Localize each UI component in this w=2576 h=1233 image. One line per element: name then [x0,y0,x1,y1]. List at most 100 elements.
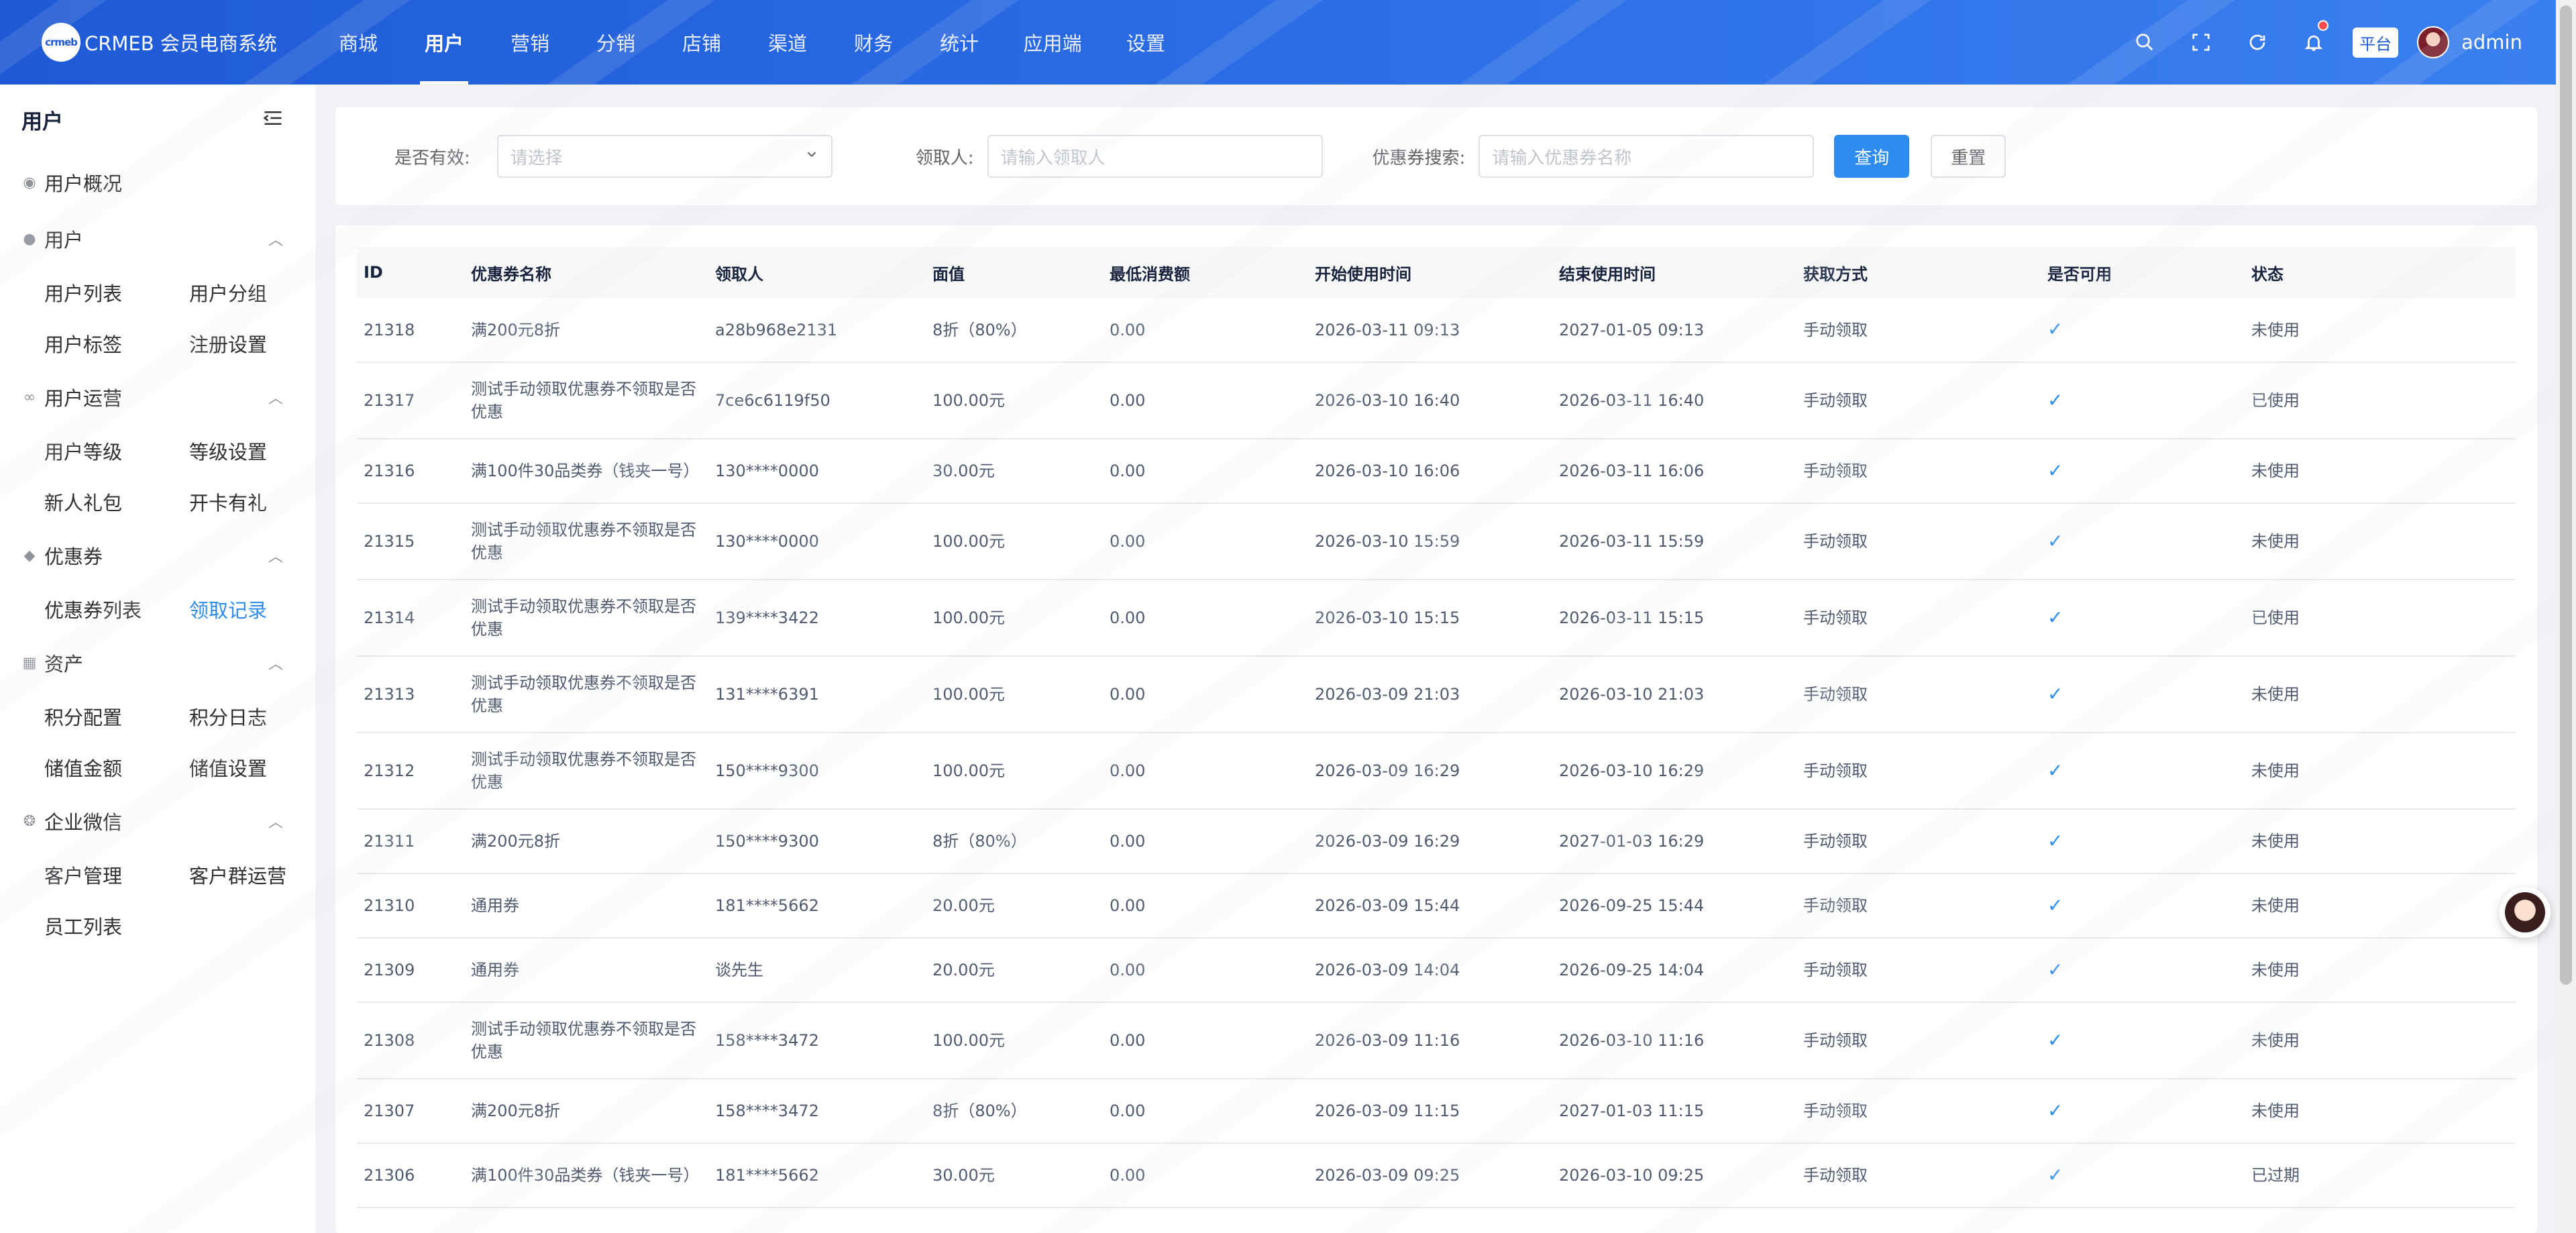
cell-coupon-name: 满100件30品类券（钱夹一号） [464,1143,708,1208]
sidebar-item-user-list[interactable]: 用户列表 [44,267,189,318]
cell-id: 21312 [357,733,464,810]
notification-dot [2318,20,2329,31]
sidebar-title: 用户 [21,109,63,134]
nav-item-statistics[interactable]: 统计 [916,0,1002,85]
chevron-up-icon: ︿ [268,656,283,673]
sidebar-item-card-gift[interactable]: 开卡有礼 [189,476,334,527]
cell-end-time: 2026-03-11 16:06 [1552,439,1796,504]
nav-item-distribution[interactable]: 分销 [573,0,659,85]
cell-coupon-name: 满200元8折 [464,298,708,363]
column-header-coupon-name[interactable]: 优惠券名称 [464,247,708,298]
sidebar-item-balance-amount[interactable]: 储值金额 [44,742,189,793]
table-row: 21316 满100件30品类券（钱夹一号） 130****0000 30.00元 0.… [357,439,2516,504]
cell-id: 21314 [357,580,464,657]
cell-face-value: 100.00元 [926,362,1103,439]
brand-logo: crmeb [42,23,80,62]
refresh-icon[interactable] [2229,0,2286,85]
cell-status: 未使用 [2245,439,2516,504]
page-scrollbar[interactable] [2556,0,2576,1233]
nav-item-marketing[interactable]: 营销 [487,0,573,85]
cell-method: 手动领取 [1796,580,2041,657]
username[interactable]: admin [2461,31,2522,54]
cell-start-time: 2026-03-09 09:25 [1308,1143,1552,1208]
coupon-search-input[interactable]: 请输入优惠券名称 [1479,135,1815,178]
cell-end-time: 2027-01-03 16:29 [1552,809,1796,874]
platform-badge[interactable]: 平台 [2353,27,2399,58]
bell-icon[interactable] [2286,0,2342,85]
check-icon: ✓ [2047,958,2063,981]
cell-end-time: 2027-01-05 09:13 [1552,298,1796,363]
check-icon: ✓ [2047,459,2063,482]
sidebar-item-coupon-list[interactable]: 优惠券列表 [44,584,189,635]
sidebar-item-staff-list[interactable]: 员工列表 [44,900,189,951]
cell-coupon-name: 测试手动领取优惠券不领取是否优惠 [464,580,708,657]
column-header-usable[interactable]: 是否可用 [2041,247,2245,298]
cell-status: 已使用 [2245,580,2516,657]
sidebar-item-register-settings[interactable]: 注册设置 [189,318,334,369]
sidebar-item-claim-records[interactable]: 领取记录 [189,584,334,635]
cell-min-spend: 0.00 [1103,1143,1308,1208]
nav-item-apps[interactable]: 应用端 [1002,0,1103,85]
nav-item-user[interactable]: 用户 [401,0,487,85]
sidebar-group-assets[interactable]: ▦ 资产 ︿ [0,635,315,691]
chevron-up-icon: ︿ [268,232,283,249]
sidebar-item-balance-settings[interactable]: 储值设置 [189,742,334,793]
column-header-id[interactable]: ID [357,247,464,298]
column-header-claimer[interactable]: 领取人 [708,247,926,298]
column-header-status[interactable]: 状态 [2245,247,2516,298]
cell-min-spend: 0.00 [1103,938,1308,1003]
column-header-min-spend[interactable]: 最低消费额 [1103,247,1308,298]
cell-start-time: 2026-03-09 15:44 [1308,873,1552,939]
sidebar-item-points-log[interactable]: 积分日志 [189,691,334,742]
sidebar-item-newcomer-gift[interactable]: 新人礼包 [44,476,189,527]
cell-id: 21318 [357,298,464,363]
cell-method: 手动领取 [1796,873,2041,939]
sidebar-group-user[interactable]: ● 用户 ︿ [0,211,315,267]
cell-claimer: 150****9300 [708,733,926,810]
search-icon[interactable] [2116,0,2173,85]
claimer-input[interactable]: 请输入领取人 [987,135,1323,178]
cell-method: 手动领取 [1796,938,2041,1003]
scrollbar-thumb[interactable] [2560,5,2572,985]
claimer-filter-label: 领取人: [915,148,974,168]
valid-select[interactable]: 请选择 [496,135,833,178]
cell-face-value: 20.00元 [926,938,1103,1003]
sidebar-group-user-ops[interactable]: ∞ 用户运营 ︿ [0,369,315,425]
sidebar-item-user-tag[interactable]: 用户标签 [44,318,189,369]
sidebar-item-customer-mgmt[interactable]: 客户管理 [44,849,189,900]
menu-collapse-icon[interactable] [263,109,283,129]
avatar[interactable] [2417,26,2450,58]
cell-claimer: 130****0000 [708,439,926,504]
cell-id: 21309 [357,938,464,1003]
column-header-end-time[interactable]: 结束使用时间 [1552,247,1796,298]
cell-face-value: 30.00元 [926,439,1103,504]
nav-item-mall[interactable]: 商城 [315,0,401,85]
cell-start-time: 2026-03-11 09:13 [1308,298,1552,363]
cell-min-spend: 0.00 [1103,656,1308,733]
column-header-start-time[interactable]: 开始使用时间 [1308,247,1552,298]
sidebar-group-wecom[interactable]: ❂ 企业微信 ︿ [0,793,315,849]
fullscreen-icon[interactable] [2173,0,2229,85]
cell-face-value: 100.00元 [926,1002,1103,1079]
sidebar-item-user-group[interactable]: 用户分组 [189,267,334,318]
sidebar-group-coupon[interactable]: ◆ 优惠券 ︿ [0,527,315,584]
customer-service-button[interactable] [2500,887,2551,938]
sidebar-item-customer-group-ops[interactable]: 客户群运营 [189,849,334,900]
check-icon: ✓ [2047,529,2063,552]
query-button[interactable]: 查询 [1834,135,1910,178]
column-header-face-value[interactable]: 面值 [926,247,1103,298]
cell-claimer: 150****9300 [708,809,926,874]
cell-min-spend: 0.00 [1103,1002,1308,1079]
reset-button[interactable]: 重置 [1931,135,2006,178]
nav-item-channel[interactable]: 渠道 [745,0,830,85]
sidebar-item-points-config[interactable]: 积分配置 [44,691,189,742]
nav-item-settings[interactable]: 设置 [1103,0,1189,85]
sidebar-item-user-level[interactable]: 用户等级 [44,425,189,476]
brand[interactable]: crmeb CRMEB 会员电商系统 [0,23,315,62]
nav-item-finance[interactable]: 财务 [830,0,916,85]
nav-item-store[interactable]: 店铺 [659,0,745,85]
sidebar-item-level-settings[interactable]: 等级设置 [189,425,334,476]
column-header-method[interactable]: 获取方式 [1796,247,2041,298]
cell-status: 未使用 [2245,809,2516,874]
sidebar-item-overview[interactable]: ◉ 用户概况 [0,154,315,211]
